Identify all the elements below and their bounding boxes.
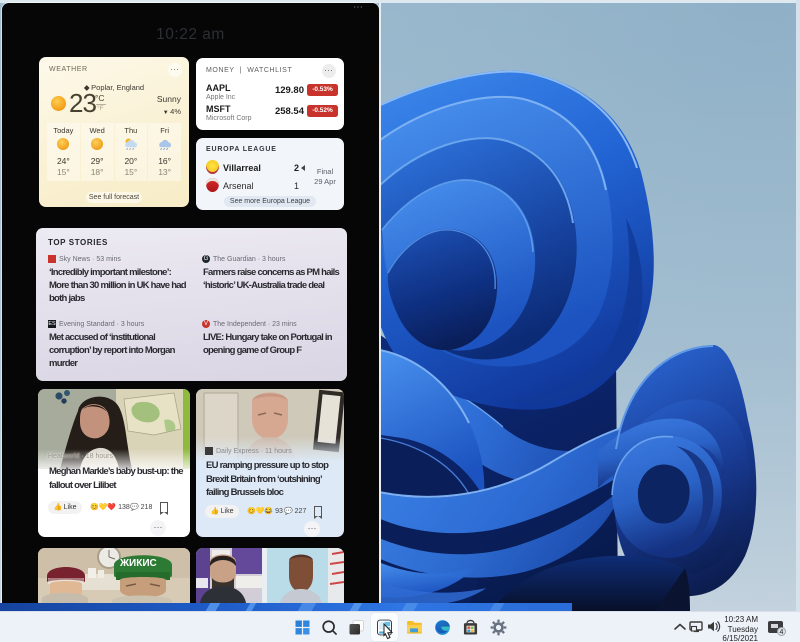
svg-text:ЖИКИС: ЖИКИС [119,558,157,569]
